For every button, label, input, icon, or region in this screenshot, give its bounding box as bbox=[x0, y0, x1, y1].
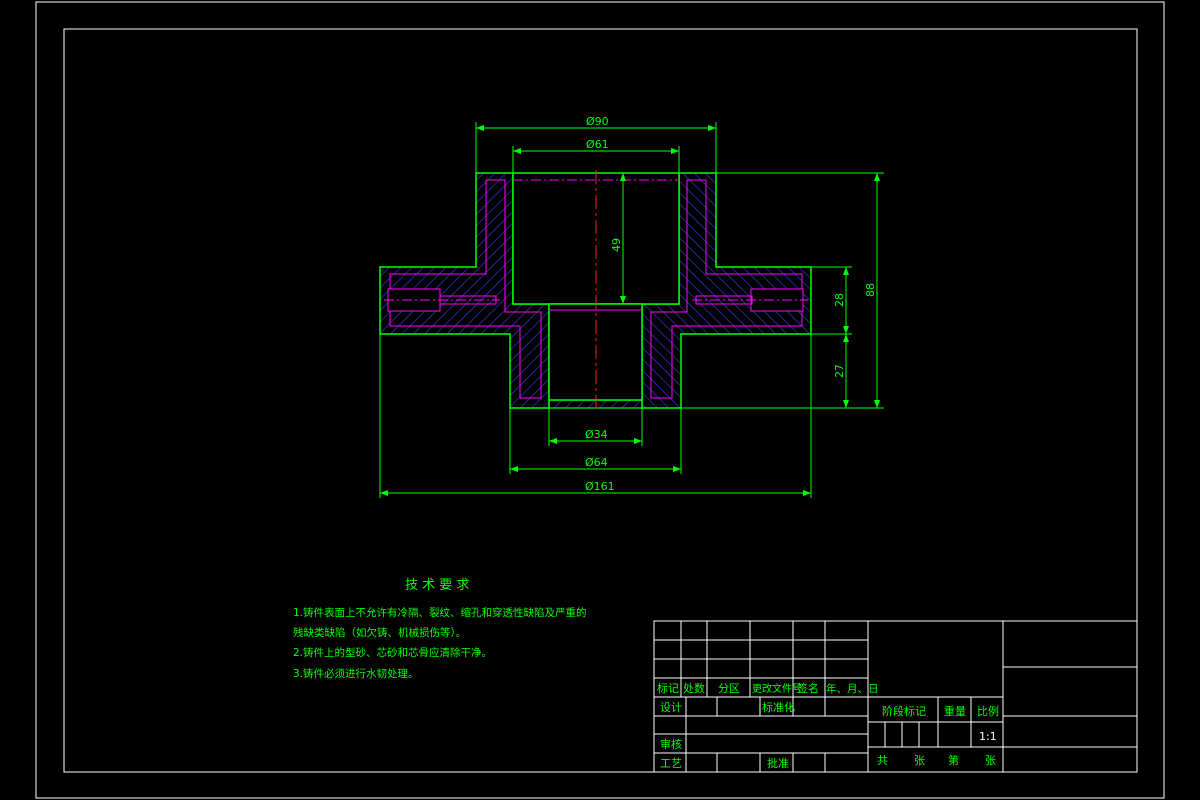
tb-pizhun: 批准 bbox=[767, 756, 789, 770]
dim-h88: 88 bbox=[864, 283, 877, 297]
tb-biaoji: 标记 bbox=[657, 681, 679, 695]
engineering-drawing: Ø90 Ø61 49 88 28 27 Ø34 Ø64 Ø161 技 术 要 求… bbox=[35, 1, 1165, 799]
tb-date: 年、月、日 bbox=[826, 682, 879, 695]
technical-notes: 技 术 要 求 1.铸件表面上不允许有冷隔、裂纹、缩孔和穿透性缺陷及严重的 残缺… bbox=[293, 578, 587, 680]
notes-title: 技 术 要 求 bbox=[405, 578, 469, 593]
note-line-4: 3.铸件必须进行水韧处理。 bbox=[293, 667, 419, 680]
tb-gengai: 更改文件号 bbox=[752, 682, 802, 695]
tb-qianming: 签名 bbox=[797, 681, 819, 695]
tb-chushu: 处数 bbox=[683, 682, 705, 695]
part-section bbox=[379, 170, 812, 412]
dim-h28: 28 bbox=[833, 293, 846, 307]
note-line-1: 1.铸件表面上不允许有冷隔、裂纹、缩孔和穿透性缺陷及严重的 bbox=[293, 606, 587, 619]
dim-d161: Ø161 bbox=[585, 480, 615, 493]
title-block-text: 标记 处数 分区 更改文件号 签名 年、月、日 设计 标准化 审核 工艺 批准 … bbox=[657, 681, 999, 770]
dim-h27: 27 bbox=[833, 364, 846, 378]
tb-biaozhunhua: 标准化 bbox=[762, 700, 795, 714]
left-bolt-hole bbox=[387, 288, 441, 312]
dim-d90: Ø90 bbox=[586, 115, 609, 128]
tb-gongyi: 工艺 bbox=[660, 757, 682, 770]
tb-gong: 共 bbox=[877, 754, 888, 767]
tb-di: 第 bbox=[948, 753, 959, 767]
dim-h49: 49 bbox=[610, 238, 623, 252]
tb-zhang1: 张 bbox=[914, 754, 925, 767]
dim-d61: Ø61 bbox=[586, 138, 609, 151]
tb-jieduan: 阶段标记 bbox=[882, 704, 926, 718]
tb-sheji: 设计 bbox=[660, 701, 682, 714]
dim-d64: Ø64 bbox=[585, 456, 608, 469]
tb-bili: 比例 bbox=[977, 704, 999, 718]
title-block bbox=[653, 620, 1138, 773]
dim-d34: Ø34 bbox=[585, 428, 608, 441]
tb-fenqu: 分区 bbox=[718, 682, 740, 695]
tb-zhang2: 张 bbox=[985, 754, 996, 767]
tb-scale: 1:1 bbox=[979, 730, 997, 743]
note-line-2: 残缺类缺陷（如欠铸、机械损伤等）。 bbox=[293, 626, 466, 639]
note-line-3: 2.铸件上的型砂、芯砂和芯骨应清除干净。 bbox=[293, 646, 492, 659]
tb-zhongliang: 重量 bbox=[944, 704, 966, 718]
tb-shenhe: 审核 bbox=[660, 737, 682, 751]
